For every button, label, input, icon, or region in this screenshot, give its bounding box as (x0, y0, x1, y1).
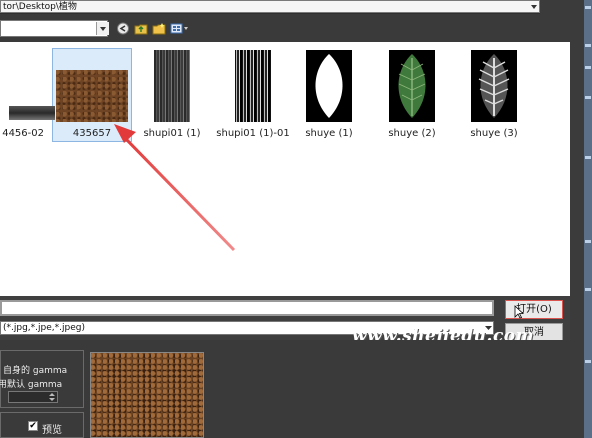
options-panel (0, 340, 570, 438)
new-folder-icon[interactable] (152, 22, 166, 35)
thumbnail (306, 50, 352, 122)
chevron-down-icon[interactable] (529, 2, 539, 12)
back-icon[interactable] (116, 22, 130, 35)
file-item[interactable]: shuye (3) (455, 50, 533, 142)
file-item-435657[interactable]: 435657 (53, 50, 131, 142)
preview-image (90, 352, 204, 438)
file-item[interactable]: shuye (2) (373, 50, 451, 142)
preview-label: 预览 (42, 425, 62, 436)
spinner-arrows-icon[interactable] (48, 392, 56, 402)
gamma-option-default[interactable]: 使用默认 gamma (0, 377, 62, 390)
path-field[interactable]: tor\Desktop\植物 (0, 0, 540, 13)
thumbnail (154, 50, 190, 122)
file-item[interactable]: shupi01 (1) (133, 50, 211, 142)
file-item[interactable]: shuye (1) (290, 50, 368, 142)
mouse-cursor-icon (514, 305, 524, 319)
chevron-down-icon[interactable] (96, 22, 109, 35)
up-folder-icon[interactable] (134, 22, 148, 35)
thumbnail (235, 50, 271, 122)
look-in-combo[interactable] (0, 20, 109, 37)
gamma-spinner[interactable] (8, 391, 58, 403)
file-name: shuye (3) (470, 128, 518, 139)
window-side-strip (584, 0, 592, 438)
path-text: tor\Desktop\植物 (3, 2, 77, 12)
thumbnail (471, 50, 517, 122)
gamma-option-own[interactable]: 自身的 gamma (3, 363, 67, 376)
view-menu-icon[interactable] (170, 22, 188, 35)
thumbnail (56, 70, 128, 122)
thumbnail (9, 106, 55, 120)
file-name: 4456-02 (2, 128, 44, 139)
file-type-text: (*.jpg,*.jpe,*.jpeg) (3, 323, 85, 333)
thumbnail (389, 50, 435, 122)
preview-checkbox[interactable]: ✔ (28, 421, 38, 431)
filename-field[interactable] (0, 300, 494, 316)
